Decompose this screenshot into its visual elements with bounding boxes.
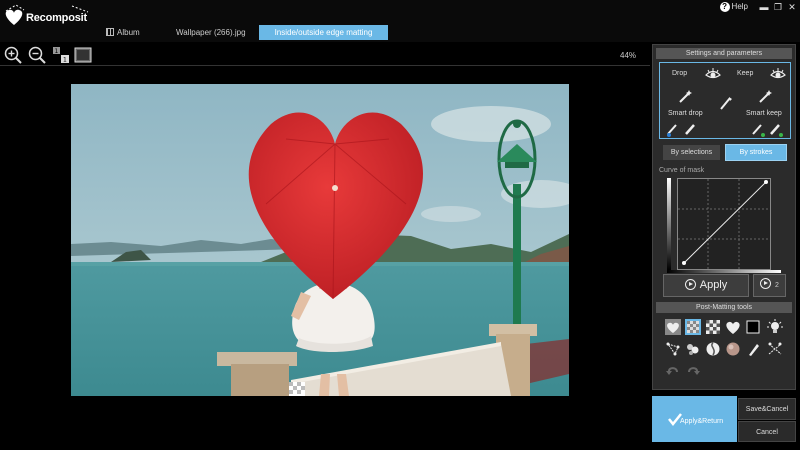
zoom-out-icon[interactable]: [28, 46, 46, 64]
black-background-icon[interactable]: [745, 319, 761, 335]
brush-tools: Drop Keep Smart drop Smart keep: [659, 62, 791, 139]
keep-brush-large-icon[interactable]: [768, 121, 784, 137]
tab-file[interactable]: Wallpaper (266).jpg: [176, 25, 256, 40]
brush-icon[interactable]: [718, 95, 734, 111]
drop-label: Drop: [672, 70, 688, 77]
photo-preview: [71, 84, 569, 396]
app-name: Recomposit: [26, 12, 87, 24]
zoom-in-icon[interactable]: [4, 46, 22, 64]
lightbulb-icon[interactable]: [767, 319, 783, 335]
album-icon: [106, 28, 114, 36]
heart-outline-icon[interactable]: [665, 319, 681, 335]
blur-ball-icon[interactable]: [725, 341, 741, 357]
drop-brush-large-icon[interactable]: [683, 121, 699, 137]
keep-eye-icon[interactable]: [770, 66, 786, 82]
smart-keep-label: Smart keep: [746, 110, 782, 117]
smart-keep-wand-icon[interactable]: [758, 88, 774, 104]
undo-icon[interactable]: [665, 363, 681, 379]
curve-vertical-gradient: [667, 178, 671, 270]
apply-and-return-button[interactable]: Apply&Return: [652, 396, 737, 442]
help-label: Help: [731, 2, 748, 11]
dotted-scissors-icon[interactable]: [767, 341, 783, 357]
play-icon: [684, 279, 696, 290]
cancel-button[interactable]: Cancel: [738, 421, 796, 442]
keep-brush-small-icon[interactable]: [750, 121, 766, 137]
close-icon[interactable]: ✕: [786, 2, 798, 12]
play-small-icon: [760, 278, 772, 289]
help-button[interactable]: ? Help: [719, 2, 748, 12]
tab-edge-matting-label: Inside/outside edge matting: [274, 28, 373, 37]
apply-button[interactable]: Apply: [663, 274, 749, 297]
image-canvas[interactable]: [71, 84, 569, 396]
curve-gradient-bar: [667, 270, 781, 273]
by-strokes-button[interactable]: By strokes: [725, 144, 787, 161]
edge-points-icon[interactable]: [665, 341, 681, 357]
title-bar: Recomposit Album Wallpaper (266).jpg Ins…: [0, 0, 800, 42]
smart-drop-wand-icon[interactable]: [678, 88, 694, 104]
post-matting-title: Post-Matting tools: [656, 302, 792, 313]
smart-drop-label: Smart drop: [668, 110, 703, 117]
drop-brush-small-icon[interactable]: [665, 121, 681, 137]
save-and-cancel-button[interactable]: Save&Cancel: [738, 398, 796, 420]
redo-icon[interactable]: [685, 363, 701, 379]
app-logo: Recomposit: [2, 3, 92, 27]
apply-and-return-label: Apply&Return: [680, 418, 724, 425]
heart-fill-icon[interactable]: [725, 319, 741, 335]
panel-title: Settings and parameters: [656, 48, 792, 59]
checker-selected-icon[interactable]: [685, 319, 701, 335]
drop-eye-icon[interactable]: [705, 66, 721, 82]
restore-icon[interactable]: ❐: [772, 2, 784, 12]
pen-icon[interactable]: [745, 341, 761, 357]
apply-2-button[interactable]: 2: [753, 274, 786, 297]
tab-album[interactable]: Album: [106, 25, 152, 40]
svg-text:1: 1: [55, 48, 59, 55]
feather-icon[interactable]: [685, 341, 701, 357]
swirl-icon[interactable]: [705, 341, 721, 357]
by-selections-button[interactable]: By selections: [663, 145, 720, 160]
apply-2-label: 2: [775, 282, 779, 289]
tab-edge-matting[interactable]: Inside/outside edge matting: [259, 25, 388, 40]
minimize-icon[interactable]: ▬: [758, 2, 770, 12]
svg-text:1: 1: [63, 57, 67, 64]
mask-curve-graph: [678, 179, 770, 269]
tab-album-label: Album: [117, 28, 140, 37]
fit-to-screen-icon[interactable]: [74, 46, 92, 64]
apply-label: Apply: [699, 279, 728, 291]
keep-label: Keep: [737, 70, 754, 77]
settings-panel: Settings and parameters Drop Keep Smart …: [652, 44, 796, 390]
mask-curve-editor[interactable]: [677, 178, 771, 270]
checker-icon[interactable]: [705, 319, 721, 335]
actual-size-icon[interactable]: 1 1: [52, 46, 70, 64]
zoom-level: 44%: [620, 51, 637, 60]
tab-file-label: Wallpaper (266).jpg: [176, 28, 246, 37]
view-toolbar: 1 1 44%: [0, 44, 650, 66]
help-icon: ?: [719, 2, 730, 12]
curve-label: Curve of mask: [659, 167, 705, 174]
